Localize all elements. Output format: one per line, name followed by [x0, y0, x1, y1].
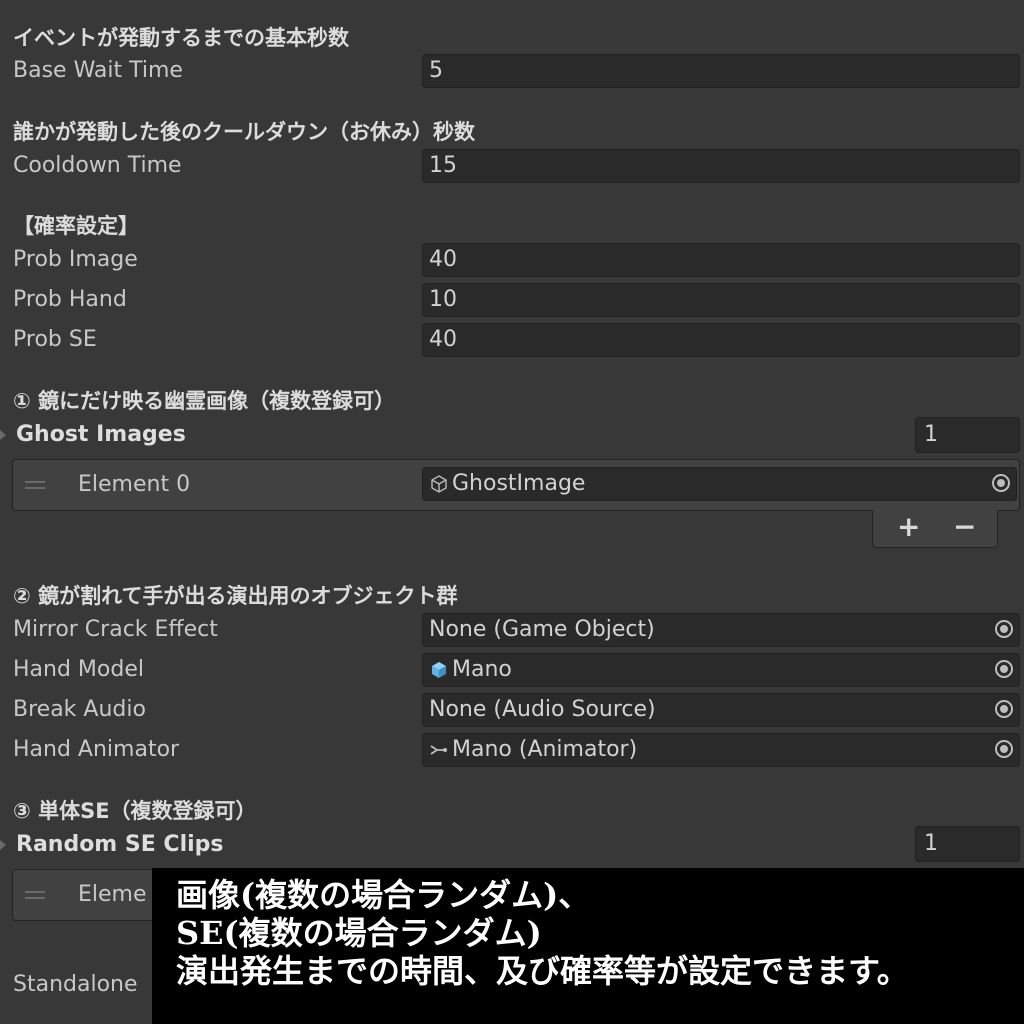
model-cube-icon	[432, 662, 446, 678]
hand-animator-value: Mano (Animator)	[452, 737, 638, 762]
header-probability: 【確率設定】	[13, 214, 139, 238]
label-hand-model: Hand Model	[13, 657, 144, 682]
label-standalone: Standalone	[13, 972, 138, 997]
label-se-element-0: Eleme	[78, 882, 147, 907]
list-add-remove-controls: + −	[872, 510, 998, 548]
cooldown-time-input[interactable]: 15	[422, 149, 1020, 183]
drag-handle-icon[interactable]	[25, 481, 45, 489]
prefab-icon	[431, 475, 447, 493]
label-hand-animator: Hand Animator	[13, 737, 180, 762]
label-prob-se: Prob SE	[13, 327, 97, 352]
object-picker-icon[interactable]	[995, 700, 1013, 718]
label-random-se-clips[interactable]: Random SE Clips	[16, 832, 224, 857]
object-picker-icon[interactable]	[995, 660, 1013, 678]
break-audio-value: None (Audio Source)	[429, 697, 656, 722]
foldout-arrow-icon[interactable]	[0, 430, 6, 440]
header-base-wait: イベントが発動するまでの基本秒数	[13, 26, 349, 50]
hand-model-field[interactable]: Mano	[422, 653, 1020, 687]
animator-icon	[430, 745, 447, 755]
cooldown-time-value: 15	[429, 153, 457, 178]
random-se-clips-count-input[interactable]: 1	[915, 826, 1020, 862]
caption-line-3: 演出発生までの時間、及び確率等が設定できます。	[176, 952, 909, 990]
prob-se-value: 40	[429, 327, 457, 352]
prob-image-value: 40	[429, 247, 457, 272]
prob-se-input[interactable]: 40	[422, 323, 1020, 357]
prob-hand-value: 10	[429, 287, 457, 312]
drag-handle-icon[interactable]	[25, 891, 45, 899]
label-prob-image: Prob Image	[13, 247, 138, 272]
prob-image-input[interactable]: 40	[422, 243, 1020, 277]
ghost-image-element-0-value: GhostImage	[452, 471, 586, 496]
object-picker-icon[interactable]	[995, 740, 1013, 758]
mirror-crack-effect-field[interactable]: None (Game Object)	[422, 613, 1020, 647]
label-mirror-crack-effect: Mirror Crack Effect	[13, 617, 218, 642]
label-prob-hand: Prob Hand	[13, 287, 127, 312]
mirror-crack-effect-value: None (Game Object)	[429, 617, 655, 642]
add-element-button[interactable]: +	[897, 512, 920, 542]
caption-overlay: 画像(複数の場合ランダム)、 SE(複数の場合ランダム) 演出発生までの時間、及…	[152, 868, 1024, 1024]
remove-element-button[interactable]: −	[953, 512, 976, 542]
foldout-arrow-icon[interactable]	[0, 840, 6, 850]
header-single-se: ③ 単体SE（複数登録可）	[13, 799, 257, 823]
label-element-0: Element 0	[78, 472, 191, 497]
header-cooldown: 誰かが発動した後のクールダウン（お休み）秒数	[13, 120, 475, 144]
label-break-audio: Break Audio	[13, 697, 146, 722]
ghost-image-element-0-field[interactable]: GhostImage	[422, 467, 1017, 501]
object-picker-icon[interactable]	[992, 474, 1010, 492]
prob-hand-input[interactable]: 10	[422, 283, 1020, 317]
hand-animator-field[interactable]: Mano (Animator)	[422, 733, 1020, 767]
caption-line-1: 画像(複数の場合ランダム)、	[176, 876, 591, 914]
label-ghost-images[interactable]: Ghost Images	[16, 422, 186, 447]
base-wait-time-input[interactable]: 5	[422, 54, 1020, 88]
hand-model-value: Mano	[452, 657, 512, 682]
caption-line-2: SE(複数の場合ランダム)	[176, 914, 542, 952]
label-base-wait-time: Base Wait Time	[13, 58, 183, 83]
header-ghost-images: ① 鏡にだけ映る幽霊画像（複数登録可）	[13, 389, 396, 413]
break-audio-field[interactable]: None (Audio Source)	[422, 693, 1020, 727]
base-wait-time-value: 5	[429, 58, 443, 83]
header-mirror-objects: ② 鏡が割れて手が出る演出用のオブジェクト群	[13, 584, 458, 608]
label-cooldown-time: Cooldown Time	[13, 153, 182, 178]
ghost-images-count-input[interactable]: 1	[915, 417, 1020, 453]
object-picker-icon[interactable]	[995, 620, 1013, 638]
